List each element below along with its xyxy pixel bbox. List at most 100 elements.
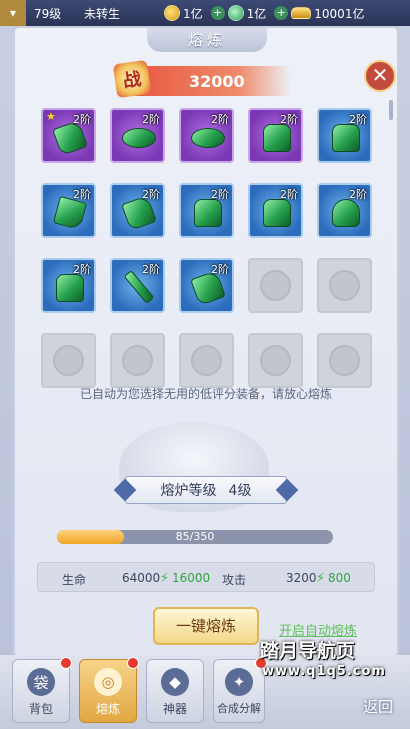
close-icon[interactable]: ✕ [364, 60, 396, 92]
hp-value: 64000 [122, 571, 161, 585]
hp-gain: 16000 [172, 571, 211, 585]
empty-slot[interactable] [248, 258, 303, 313]
belt-icon [122, 128, 156, 148]
empty-slot-icon [53, 345, 84, 376]
combat-power-banner: 战 32000 [112, 59, 291, 99]
ingot-currency[interactable]: + 10001亿 [274, 5, 364, 22]
tier-badge: 2阶 [142, 263, 160, 276]
status-bar: ▾ 79级 未转生 1亿 + 1亿 + 10001亿 [0, 0, 410, 26]
tier-badge: 2阶 [349, 113, 367, 126]
empty-slot[interactable] [41, 333, 96, 388]
artifact-icon: ◆ [161, 668, 189, 696]
atk-gain: 800 [328, 571, 351, 585]
empty-slot[interactable] [110, 333, 165, 388]
gold-coin-icon [164, 5, 180, 21]
jade-icon [227, 5, 244, 21]
equipment-slot[interactable]: 2阶 [317, 108, 372, 163]
tier-badge: 2阶 [73, 188, 91, 201]
tier-badge: 2阶 [142, 113, 160, 126]
armor-icon [332, 124, 360, 152]
star-icon: ★ [46, 110, 56, 123]
combat-power-icon: 战 [112, 59, 152, 99]
tier-badge: 2阶 [73, 113, 91, 126]
furnace-exp-text: 85/350 [175, 530, 215, 543]
tier-badge: 2阶 [73, 263, 91, 276]
compose-icon: ✦ [225, 668, 253, 696]
ingot-amount: 10001亿 [314, 6, 365, 21]
equipment-slot[interactable]: 2阶 [179, 183, 234, 238]
tab-artifact[interactable]: ◆ 神器 [146, 659, 204, 723]
armor-icon [263, 124, 291, 152]
atk-label: 攻击 [222, 573, 247, 587]
empty-slot[interactable] [317, 258, 372, 313]
equipment-slot[interactable]: 2阶 [179, 108, 234, 163]
notification-dot [127, 657, 139, 669]
furnace-level-label: 熔炉等级 4级 [125, 476, 287, 504]
tab-label: 神器 [162, 702, 187, 716]
notification-dot [60, 657, 72, 669]
empty-slot-icon [329, 345, 360, 376]
equipment-slot[interactable]: 2阶 ★ [41, 108, 96, 163]
equipment-slot[interactable]: 2阶 [317, 183, 372, 238]
equipment-grid: 2阶 ★ 2阶 2阶 2阶 2阶 2阶 2阶 2阶 2阶 2阶 2阶 2阶 2阶 [41, 108, 372, 388]
equipment-slot[interactable]: 2阶 [110, 183, 165, 238]
furnace-level-text: 熔炉等级 [160, 483, 217, 499]
bag-icon: 袋 [27, 668, 55, 696]
empty-slot[interactable] [248, 333, 303, 388]
plus-icon[interactable]: + [274, 6, 289, 20]
player-level: 79级 [34, 6, 62, 21]
plus-icon[interactable]: + [210, 6, 225, 20]
atk-value: 3200 [286, 571, 317, 585]
gold-currency: 1亿 [164, 5, 203, 22]
empty-slot[interactable] [179, 333, 234, 388]
armor-icon [194, 199, 222, 227]
ingot-icon [291, 7, 312, 19]
rebirth-status: 未转生 [84, 6, 121, 21]
tab-label: 背包 [28, 702, 53, 716]
bolt-icon: ⚡ [160, 571, 170, 586]
tier-badge: 2阶 [211, 263, 229, 276]
tier-badge: 2阶 [280, 188, 298, 201]
equipment-slot[interactable]: 2阶 [110, 258, 165, 313]
furnace-level-value: 4级 [228, 483, 252, 499]
gold-amount: 1亿 [183, 6, 203, 21]
tab-label: 熔炼 [95, 702, 120, 716]
armor-icon [56, 274, 84, 302]
belt-icon [191, 128, 225, 148]
tier-badge: 2阶 [211, 188, 229, 201]
equipment-slot[interactable]: 2阶 [110, 108, 165, 163]
watermark-title: 踏月导航页 [260, 640, 356, 662]
furnace-stats: 生命 64000 ⚡ 16000 攻击 3200 ⚡ 800 [37, 562, 375, 592]
tier-badge: 2阶 [211, 113, 229, 126]
back-button[interactable]: 返回 [350, 690, 406, 724]
equipment-slot[interactable]: 2阶 [41, 258, 96, 313]
equipment-slot[interactable]: 2阶 [179, 258, 234, 313]
tab-label: 合成分解 [217, 702, 261, 715]
watermark-url: www.q1q5.com [262, 664, 386, 679]
empty-slot[interactable] [317, 333, 372, 388]
jade-currency[interactable]: + 1亿 [210, 5, 266, 22]
scrollbar[interactable] [389, 100, 393, 120]
smelt-icon: ◎ [94, 668, 122, 696]
armor-icon [263, 199, 291, 227]
tier-badge: 2阶 [142, 188, 160, 201]
empty-slot-icon [260, 270, 291, 301]
tab-smelt[interactable]: ◎ 熔炼 [79, 657, 139, 723]
equipment-slot[interactable]: 2阶 [248, 183, 303, 238]
empty-slot-icon [122, 345, 153, 376]
tab-bag[interactable]: 袋 背包 [12, 657, 72, 723]
smelt-panel: 熔炼 战 32000 2阶 ★ 2阶 2阶 2阶 2阶 2阶 2阶 2阶 2阶 2阶 2阶 2阶 2阶 已… [13, 26, 399, 658]
empty-slot-icon [191, 345, 222, 376]
one-click-smelt-button[interactable]: 一键熔炼 [153, 607, 259, 645]
hp-label: 生命 [62, 573, 87, 587]
tier-badge: 2阶 [349, 188, 367, 201]
chevron-down-icon[interactable]: ▾ [0, 0, 26, 26]
combat-power-value: 32000 [189, 71, 245, 91]
bolt-icon: ⚡ [316, 571, 326, 586]
equipment-slot[interactable]: 2阶 [41, 183, 96, 238]
equipment-slot[interactable]: 2阶 [248, 108, 303, 163]
tab-compose[interactable]: ✦ 合成分解 [213, 657, 267, 723]
tier-badge: 2阶 [280, 113, 298, 126]
empty-slot-icon [260, 345, 291, 376]
panel-title: 熔炼 [147, 28, 267, 52]
